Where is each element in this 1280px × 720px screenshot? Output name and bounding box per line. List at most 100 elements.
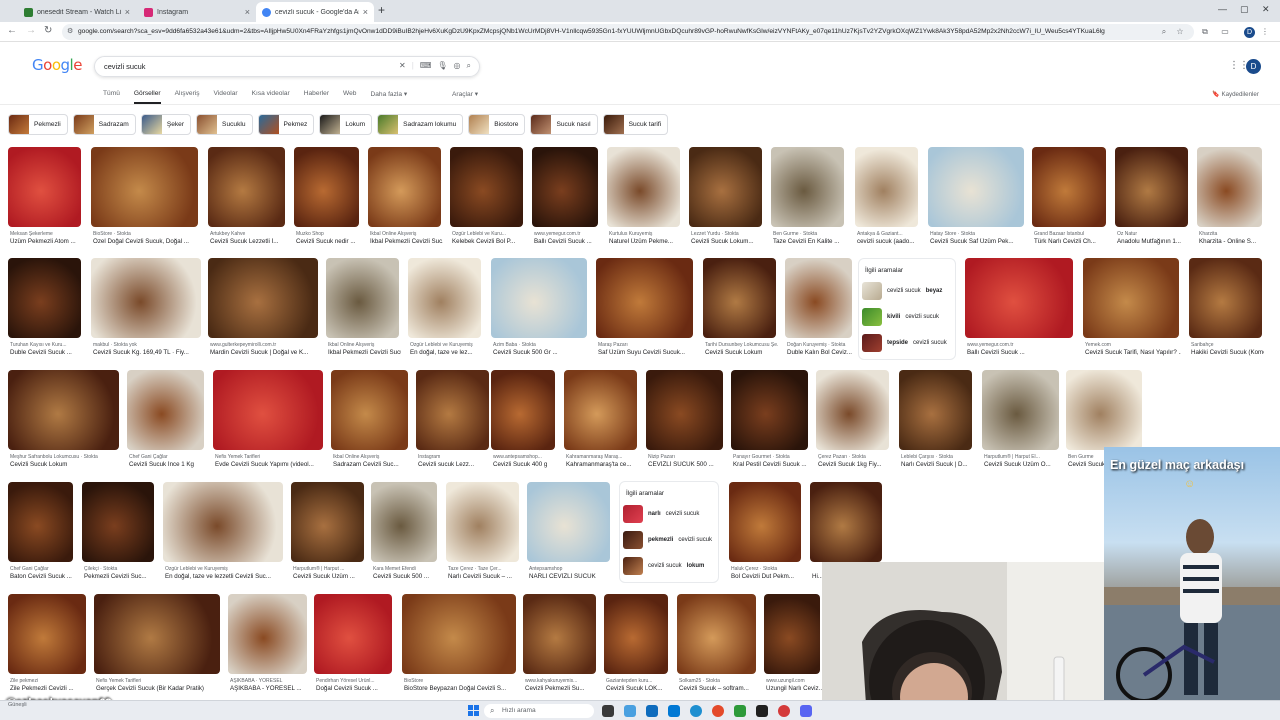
image-result-source[interactable]: Hatay Store · Stokta [930,231,1026,237]
image-result-source[interactable]: Ben Gurme · Stokta [773,231,846,237]
close-icon[interactable]: × [245,7,250,17]
chip[interactable]: Şeker [140,114,192,135]
image-result-thumbnail[interactable] [8,370,119,450]
close-icon[interactable]: × [363,7,368,17]
image-result-title[interactable]: Narlı Cevizli Sucuk | D... [901,461,974,468]
search-submit-icon[interactable]: ⌕ [467,61,471,71]
image-result-thumbnail[interactable] [213,370,323,450]
image-result-source[interactable]: Haluk Çerez · Stokta [731,566,803,572]
image-result-title[interactable]: Özel Doğal Cevizli Sucuk, Doğal ... [93,238,200,245]
bookmark-star-icon[interactable]: ☆ [1175,27,1185,37]
image-result-thumbnail[interactable] [208,147,285,227]
image-result-source[interactable]: Harputlum® | Harput El... [984,454,1061,460]
image-result-source[interactable]: Nefis Yemek Tarifleri [215,454,325,460]
chip[interactable]: Sadrazam [72,114,136,135]
image-result-source[interactable]: Çilekçi · Stokta [84,566,156,572]
image-result-title[interactable]: Hakiki Cevizli Sucuk (Kome) | ... [1191,349,1264,356]
clear-icon[interactable]: ✕ [399,61,406,71]
image-result-thumbnail[interactable] [677,594,756,674]
site-info-icon[interactable]: ⚙ [67,27,73,35]
image-result-title[interactable]: Cevizli Sucuk Saf Üzüm Pek... [930,238,1026,245]
image-result-thumbnail[interactable] [91,258,201,338]
image-result-title[interactable]: Saf Üzüm Suyu Cevizli Sucuk... [598,349,695,356]
image-result-title[interactable]: Sadrazam Cevizli Suc... [333,461,410,468]
image-result-title[interactable]: İkbal Pekmezli Cevizli Suc... [370,238,443,245]
google-logo[interactable]: Google [32,56,82,74]
image-result-title[interactable]: Cevizli Sucuk nedir ... [296,238,361,245]
image-result-source[interactable]: AŞIKBABA · YÖRESEL [230,678,309,684]
address-bar[interactable]: ⚙ google.com/search?sca_esv=9dd6fa6532a4… [62,24,1194,40]
image-result-source[interactable]: Özgür Leblebi ve Kuruyemiş [165,566,285,572]
chrome-icon[interactable] [712,705,724,717]
image-result-title[interactable]: BioStore Beypazarı Doğal Cevizli S... [404,685,518,692]
close-window-icon[interactable]: ✕ [1262,4,1270,15]
image-result-title[interactable]: Duble Kalın Bol Ceviz... [787,349,854,356]
image-result-thumbnail[interactable] [368,147,441,227]
image-result-title[interactable]: Narlı Cevizli Sucuk – ... [448,573,521,580]
image-result-title[interactable]: Anadolu Mutfağının 1... [1117,238,1190,245]
image-result-source[interactable]: Meşhur Safranbolu Lokumcusu · Stokta [10,454,121,460]
image-result-thumbnail[interactable] [326,258,399,338]
image-result-source[interactable]: Antepsamshop [529,566,612,572]
image-result-thumbnail[interactable] [703,258,776,338]
image-result-source[interactable]: Öz Natur [1117,231,1190,237]
image-result-source[interactable]: İkbal Online Alışveriş [370,231,443,237]
image-result-thumbnail[interactable] [491,370,555,450]
image-result-title[interactable]: Zile Pekmezli Cevizli ... [10,685,88,692]
browser-tab[interactable]: onesedit Stream - Watch Live on × [18,2,136,22]
image-result-source[interactable]: Kurtulus Kuruyemiş [609,231,682,237]
image-result-title[interactable]: Cevizli Sucuk 500 ... [373,573,439,580]
image-result-title[interactable]: Baton Cevizli Sucuk ... [10,573,75,580]
image-result-thumbnail[interactable] [446,482,519,562]
image-result-source[interactable]: BioStore [404,678,518,684]
image-result-title[interactable]: Üzüm Pekmezli Atom ... [10,238,83,245]
tab-news[interactable]: Haberler [304,90,329,104]
reload-icon[interactable]: ↻ [44,25,52,36]
image-result-thumbnail[interactable] [785,258,852,338]
image-result-title[interactable]: Mardin Cevizli Sucuk | Doğal ve K... [210,349,320,356]
image-result-title[interactable]: Naturel Üzüm Pekme... [609,238,682,245]
image-result-thumbnail[interactable] [91,147,198,227]
store-icon[interactable] [668,705,680,717]
image-result-title[interactable]: Ballı Cevizli Sucuk ... [967,349,1075,356]
image-result-thumbnail[interactable] [8,594,86,674]
image-result-thumbnail[interactable] [8,482,73,562]
image-result-source[interactable]: Chef Gani Çağlar [129,454,206,460]
image-result-thumbnail[interactable] [408,258,481,338]
image-result-thumbnail[interactable] [527,482,610,562]
image-result-source[interactable]: Chef Gani Çağlar [10,566,75,572]
image-result-title[interactable]: Cevizli sucuk Lezz... [418,461,491,468]
image-result-title[interactable]: Cevizli Sucuk Lokum... [691,238,764,245]
chip[interactable]: Sucuk tarifi [602,114,669,135]
image-result-source[interactable]: Turuhan Kayısı ve Kuru... [10,342,83,348]
close-icon[interactable]: × [125,7,130,17]
image-result-thumbnail[interactable] [8,258,81,338]
image-result-thumbnail[interactable] [163,482,283,562]
microphone-icon[interactable]: 🎙 [437,61,447,71]
related-search-item[interactable]: tepside cevizli sucuk [859,330,955,356]
image-result-source[interactable]: Saribahçe [1191,342,1264,348]
image-result-thumbnail[interactable] [965,258,1073,338]
image-result-source[interactable]: Zile pekmezi [10,678,88,684]
image-result-thumbnail[interactable] [523,594,596,674]
image-result-source[interactable]: Gaziantepden kuru... [606,678,670,684]
account-avatar[interactable]: D [1246,59,1261,74]
image-result-title[interactable]: Cevizli Sucuk Üzüm ... [293,573,366,580]
image-result-thumbnail[interactable] [94,594,220,674]
lens-icon[interactable]: ◎ [454,61,461,71]
image-result-title[interactable]: Cevizli Sucuk 400 g [493,461,557,468]
image-result-title[interactable]: Cevizli Pekmezli Su... [525,685,598,692]
image-result-thumbnail[interactable] [491,258,587,338]
image-result-title[interactable]: Gerçek Cevizli Sucuk (Bir Kadar Pratik) [96,685,222,692]
image-result-title[interactable]: Cevizli Sucuk 1kg Fiy... [818,461,891,468]
image-result-title[interactable]: Taze Cevizli En Kalite ... [773,238,846,245]
task-view-icon[interactable] [602,705,614,717]
image-result-thumbnail[interactable] [291,482,364,562]
image-result-title[interactable]: CEVİZLİ SUCUK 500 ... [648,461,725,468]
image-result-title[interactable]: Kral Pestil Cevizli Sucuk ... [733,461,810,468]
tab-short-videos[interactable]: Kısa videolar [252,90,290,104]
image-result-thumbnail[interactable] [314,594,392,674]
image-result-title[interactable]: Cevizli Sucuk 500 Gr ... [493,349,589,356]
tools-button[interactable]: Araçlar ▾ [452,90,478,98]
image-result-thumbnail[interactable] [764,594,820,674]
